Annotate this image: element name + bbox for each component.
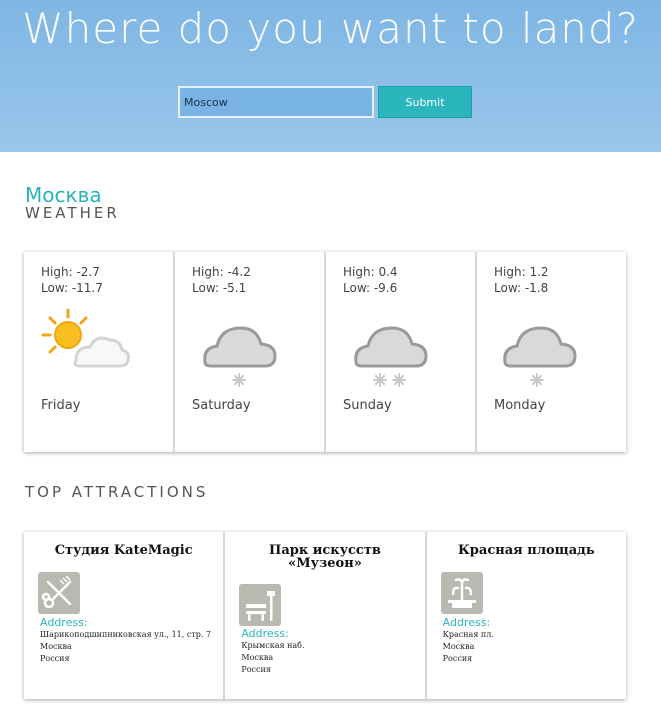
day-name: Saturday xyxy=(192,398,251,413)
attraction-card[interactable]: Студия KateMagic Address: Шарикоподшипни… xyxy=(24,532,226,699)
attraction-name: Красная площадь xyxy=(427,544,626,557)
scissors-comb-icon xyxy=(38,572,80,614)
forecast-day-card: High: -4.2 Low: -5.1 Saturday xyxy=(175,252,326,452)
hero-title: Where do you want to land? xyxy=(22,4,639,53)
partly-cloudy-icon xyxy=(41,308,130,368)
attraction-card[interactable]: Парк искусств «Музеон» Address: Крымская… xyxy=(225,532,427,699)
address-line: Шарикоподшипниковская ул., 11, стр. 7 xyxy=(40,630,212,639)
snow-icon xyxy=(354,326,428,387)
attraction-name-line: Студия KateMagic xyxy=(54,543,193,558)
address-label: Address: xyxy=(442,616,491,629)
low-temp: Low: -11.7 xyxy=(41,281,103,295)
address-line: Россия xyxy=(442,654,473,663)
address-line: Москва xyxy=(241,653,274,662)
address-label: Address: xyxy=(241,627,289,640)
attractions-heading: TOP ATTRACTIONS xyxy=(25,483,209,501)
snow-light-icon xyxy=(203,326,277,387)
day-name: Friday xyxy=(41,398,81,413)
submit-button[interactable]: Submit xyxy=(378,86,472,118)
forecast-day-card: High: -2.7 Low: -11.7 Friday xyxy=(24,252,175,452)
attraction-card[interactable]: Красная площадь Address: Красная пл. Мос… xyxy=(427,532,626,699)
forecast-day-card: High: 1.2 Low: -1.8 Monday xyxy=(477,252,626,452)
address-line: Россия xyxy=(40,654,70,663)
low-temp: Low: -9.6 xyxy=(343,281,398,295)
day-name: Sunday xyxy=(343,398,392,413)
address-line: Крымская наб. xyxy=(241,641,305,650)
attractions-list: Студия KateMagic Address: Шарикоподшипни… xyxy=(24,532,626,699)
low-temp: Low: -5.1 xyxy=(192,281,247,295)
forecast-day-card: High: 0.4 Low: -9.6 Sunday xyxy=(326,252,477,452)
day-name: Monday xyxy=(494,398,546,413)
high-temp: High: -2.7 xyxy=(41,265,100,279)
high-temp: High: -4.2 xyxy=(192,265,251,279)
city-search-input[interactable] xyxy=(178,86,374,118)
park-bench-icon xyxy=(239,584,282,626)
address-line: Москва xyxy=(442,642,475,651)
attraction-name-line: Красная площадь xyxy=(457,543,595,558)
snow-light-icon xyxy=(503,326,577,387)
weather-heading: WEATHER xyxy=(25,204,120,222)
attraction-name: Студия KateMagic xyxy=(24,544,223,557)
address-line: Красная пл. xyxy=(442,630,494,639)
address-line: Россия xyxy=(241,665,271,674)
fountain-icon xyxy=(440,572,483,614)
high-temp: High: 0.4 xyxy=(343,265,398,279)
attraction-name: Парк искусств «Музеон» xyxy=(225,544,424,570)
weather-forecast: High: -2.7 Low: -11.7 Friday High: -4.2 … xyxy=(24,252,626,452)
attraction-name-line: «Музеон» xyxy=(288,556,362,571)
low-temp: Low: -1.8 xyxy=(494,281,549,295)
address-label: Address: xyxy=(40,616,88,629)
hero-banner: Where do you want to land? Submit xyxy=(0,0,661,152)
high-temp: High: 1.2 xyxy=(494,265,549,279)
address-line: Москва xyxy=(40,642,72,651)
